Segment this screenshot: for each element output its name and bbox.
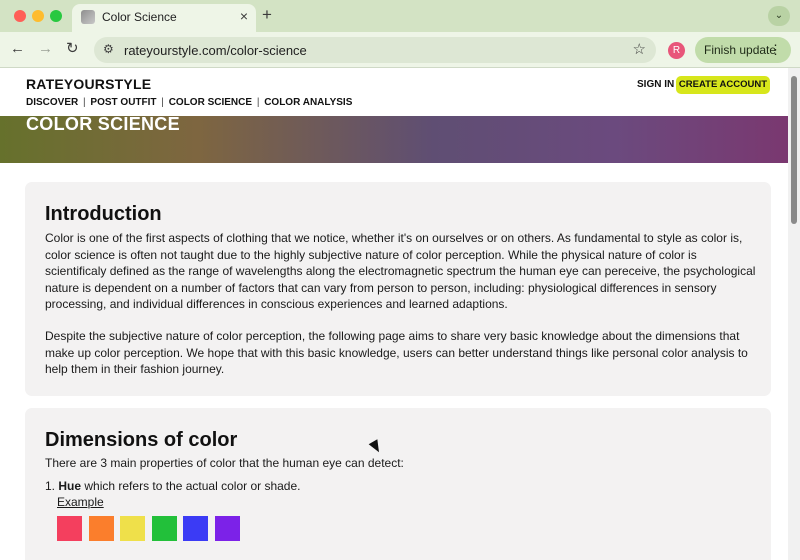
nav-separator: | — [256, 97, 260, 108]
site-logo[interactable]: RATEYOURSTYLE — [26, 76, 151, 92]
nav-color-science[interactable]: COLOR SCIENCE — [169, 97, 252, 108]
hue-description: which refers to the actual color or shad… — [84, 479, 301, 493]
finish-update-label: Finish update — [704, 43, 777, 57]
dimensions-heading: Dimensions of color — [45, 429, 238, 451]
url-text[interactable]: rateyourstyle.com/color-science — [124, 43, 307, 58]
dimensions-card: Dimensions of color There are 3 main pro… — [25, 408, 771, 560]
page-viewport: RATEYOURSTYLE DISCOVER | POST OUTFIT | C… — [0, 68, 800, 560]
nav-separator: | — [83, 97, 86, 108]
tab-close-icon[interactable]: × — [240, 8, 248, 24]
browser-tab-bar: Color Science × + ⌄ — [0, 0, 800, 32]
bookmark-star-icon[interactable]: ☆ — [633, 40, 646, 58]
site-nav: DISCOVER | POST OUTFIT | COLOR SCIENCE |… — [26, 97, 352, 108]
nav-discover[interactable]: DISCOVER — [26, 97, 78, 108]
forward-icon[interactable]: → — [38, 40, 53, 58]
nav-color-analysis[interactable]: COLOR ANALYSIS — [264, 97, 352, 108]
hue-swatch — [183, 516, 208, 541]
hue-swatch — [214, 516, 240, 541]
nav-post-outfit[interactable]: POST OUTFIT — [90, 97, 156, 108]
finish-update-button[interactable]: Finish update ⋮ — [695, 37, 791, 63]
hue-swatch — [57, 516, 82, 541]
introduction-paragraph-1: Color is one of the first aspects of clo… — [45, 231, 756, 311]
browser-toolbar: ← → ↻ ⚙ rateyourstyle.com/color-science … — [0, 32, 800, 68]
hue-swatch — [88, 516, 114, 541]
back-icon[interactable]: ← — [10, 40, 25, 58]
introduction-paragraph-2: Despite the subjective nature of color p… — [45, 329, 748, 376]
sign-in-link[interactable]: SIGN IN — [637, 79, 674, 90]
hero-banner: COLOR SCIENCE — [0, 114, 788, 163]
main-content: Introduction Color is one of the first a… — [0, 163, 788, 560]
kebab-menu-icon[interactable]: ⋮ — [769, 37, 782, 63]
site-settings-icon[interactable]: ⚙ — [103, 42, 114, 56]
list-item-number: 1. — [45, 479, 56, 493]
window-maximize-button[interactable] — [50, 10, 62, 22]
hue-swatch — [120, 516, 145, 541]
profile-avatar[interactable]: R — [668, 42, 685, 59]
page-title: COLOR SCIENCE — [26, 114, 180, 134]
introduction-heading: Introduction — [45, 203, 162, 225]
new-tab-button[interactable]: + — [262, 5, 272, 25]
list-item-hue: 1. Hue which refers to the actual color … — [45, 479, 301, 493]
address-bar[interactable]: ⚙ rateyourstyle.com/color-science ☆ — [94, 37, 656, 63]
dimensions-lead: There are 3 main properties of color tha… — [45, 456, 404, 470]
introduction-card: Introduction Color is one of the first a… — [25, 182, 771, 396]
window-minimize-button[interactable] — [32, 10, 44, 22]
page-scrollbar[interactable] — [788, 68, 800, 560]
tab-favicon-icon — [81, 10, 95, 24]
browser-tab[interactable]: Color Science × — [72, 4, 256, 32]
site-header: RATEYOURSTYLE DISCOVER | POST OUTFIT | C… — [0, 68, 788, 116]
example-link[interactable]: Example — [57, 495, 104, 509]
window-close-button[interactable] — [14, 10, 26, 22]
hue-swatch — [151, 516, 177, 541]
tab-title: Color Science — [102, 10, 177, 24]
hue-term: Hue — [58, 479, 82, 493]
scrollbar-thumb[interactable] — [791, 76, 797, 224]
create-account-button[interactable]: CREATE ACCOUNT — [676, 76, 770, 94]
reload-icon[interactable]: ↻ — [66, 40, 79, 58]
nav-separator: | — [161, 97, 164, 108]
tab-search-button[interactable]: ⌄ — [768, 6, 790, 26]
